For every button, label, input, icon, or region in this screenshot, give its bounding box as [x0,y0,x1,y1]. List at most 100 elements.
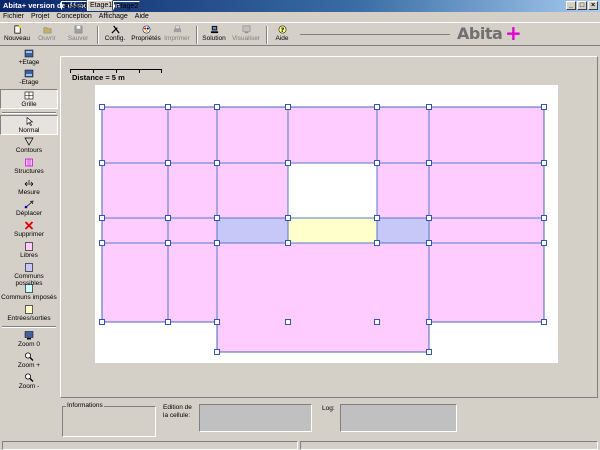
vertex-handle[interactable] [541,160,547,166]
vertex-handle[interactable] [374,215,380,221]
remove-floor-label: -Etage [19,79,39,86]
edit-cell-field[interactable] [199,404,312,432]
floor-plan-canvas[interactable] [95,85,558,363]
delete-tool-button[interactable]: Supprimer [0,220,58,238]
structures-tool-button[interactable]: Structures [0,157,58,175]
vertex-handle[interactable] [426,319,432,325]
save-button[interactable]: Sauver [64,25,92,42]
vertex-handle[interactable] [99,240,105,246]
status-bar [0,440,600,450]
vertex-handle[interactable] [426,349,432,355]
vertex-handle[interactable] [165,319,171,325]
zoom-in-magnifier-icon [25,352,34,361]
new-button[interactable]: Nouveau [2,25,32,42]
vertex-handle[interactable] [541,104,547,110]
vertex-handle[interactable] [99,215,105,221]
measure-arrows-icon [24,180,34,187]
remove-floor-button[interactable]: -Etage [0,68,58,86]
solution-button[interactable]: Solution [199,25,229,42]
tools-icon [110,25,120,34]
close-button[interactable]: × [588,1,598,10]
menu-fichier[interactable]: Fichier [3,13,24,20]
grid-icon [24,91,34,100]
open-button[interactable]: Ouvrir [34,25,60,42]
vertex-handle[interactable] [374,160,380,166]
log-label: Log: [322,405,335,412]
zoom-reset-button[interactable]: Zoom 0 [0,330,58,348]
properties-button[interactable]: Propriétés [130,25,162,42]
vertex-handle[interactable] [426,215,432,221]
delete-label: Supprimer [14,231,44,238]
vertex-handle[interactable] [165,240,171,246]
visualize-button[interactable]: Visualiser [230,25,262,42]
free-swatch-icon [25,242,33,251]
zoom-in-label: Zoom + [17,362,41,369]
vertex-handle[interactable] [285,240,291,246]
entries-exits-button[interactable]: Entrées/sorties [0,304,58,322]
vertex-handle[interactable] [426,160,432,166]
vertex-handle[interactable] [426,240,432,246]
cell-free [101,162,169,219]
imposed-commons-button[interactable]: Communs imposés [0,283,58,301]
open-label: Ouvrir [38,35,56,42]
properties-palette-icon [142,25,150,34]
vertex-handle[interactable] [374,319,380,325]
cell-free [376,106,430,164]
floor-plan-svg[interactable] [95,85,558,363]
minimize-button[interactable]: _ [566,1,576,10]
vertex-handle[interactable] [214,160,220,166]
floor-add-icon [24,49,34,58]
cell-possible-common [376,217,430,244]
vertex-handle[interactable] [165,215,171,221]
move-tool-button[interactable]: Déplacer [0,199,58,217]
help-button[interactable]: ? Aide [270,25,294,42]
print-button[interactable]: Imprimer [163,25,191,42]
menu-conception[interactable]: Conception [56,13,91,20]
cell-void [287,162,378,219]
tab-etage1[interactable]: Etage1 [87,0,113,11]
zoom-in-button[interactable]: Zoom + [0,351,58,369]
vertex-handle[interactable] [99,160,105,166]
grid-toggle-button[interactable]: Grille [0,89,58,109]
toolbar-separator [266,26,268,44]
vertex-handle[interactable] [99,319,105,325]
abita-logo: Abita + [457,23,522,45]
printer-icon [173,25,181,33]
vertex-handle[interactable] [374,104,380,110]
config-button[interactable]: Config. [101,25,129,42]
zoom-out-button[interactable]: Zoom - [0,372,58,390]
tab-etage0[interactable]: Etage0 [61,1,87,10]
vertex-handle[interactable] [214,240,220,246]
vertex-handle[interactable] [285,104,291,110]
vertex-handle[interactable] [214,319,220,325]
grid-label: Grille [21,101,37,108]
vertex-handle[interactable] [285,160,291,166]
free-cells-button[interactable]: Libres [0,241,58,259]
help-label: Aide [275,35,289,42]
cell-free [167,242,218,323]
maximize-button[interactable]: □ [577,1,587,10]
menu-affichage[interactable]: Affichage [99,13,128,20]
vertex-handle[interactable] [374,240,380,246]
cell-free [428,242,545,323]
vertex-handle[interactable] [99,104,105,110]
vertex-handle[interactable] [214,215,220,221]
menu-projet[interactable]: Projet [31,13,49,20]
vertex-handle[interactable] [285,319,291,325]
vertex-handle[interactable] [541,215,547,221]
vertex-handle[interactable] [165,160,171,166]
contours-tool-button[interactable]: Contours [0,136,58,154]
tab-etage2[interactable]: Etage2 [113,1,140,10]
vertex-handle[interactable] [541,240,547,246]
vertex-handle[interactable] [426,104,432,110]
vertex-handle[interactable] [214,104,220,110]
normal-mode-button[interactable]: Normal [0,115,58,135]
menu-aide[interactable]: Aide [135,13,149,20]
vertex-handle[interactable] [165,104,171,110]
vertex-handle[interactable] [285,215,291,221]
vertex-handle[interactable] [541,319,547,325]
add-floor-button[interactable]: +Etage [0,48,58,66]
measure-tool-button[interactable]: Mesure [0,178,58,196]
delete-cross-icon [24,221,34,230]
vertex-handle[interactable] [214,349,220,355]
